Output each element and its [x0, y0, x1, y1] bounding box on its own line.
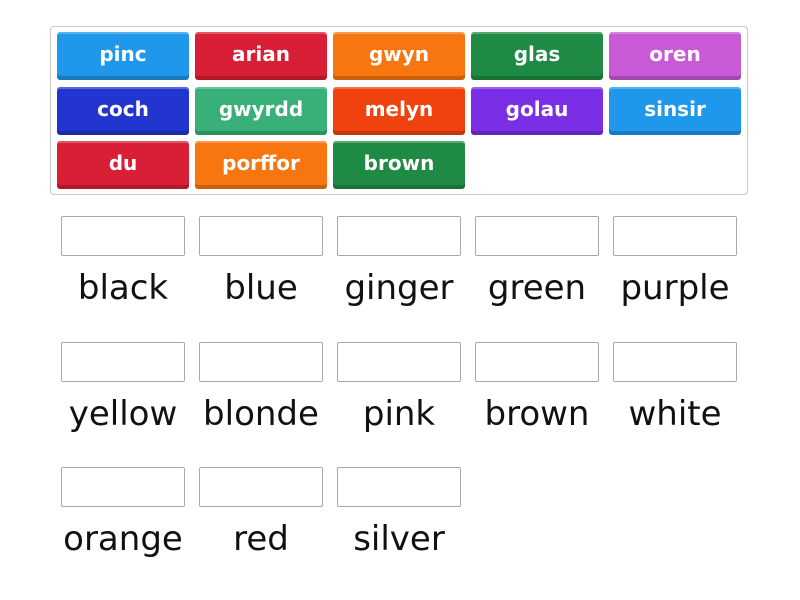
target-label-green: green — [487, 268, 587, 308]
target-label-red: red — [233, 519, 289, 559]
drop-slot-blue[interactable] — [199, 216, 323, 256]
target-label-pink: pink — [362, 394, 436, 434]
drop-slot-orange[interactable] — [61, 467, 185, 507]
drop-slot-purple[interactable] — [613, 216, 737, 256]
word-tile-brown[interactable]: brown — [333, 141, 465, 189]
target-label-purple: purple — [620, 268, 730, 308]
drop-slot-silver[interactable] — [337, 467, 461, 507]
drop-slot-blonde[interactable] — [199, 342, 323, 382]
drop-slot-yellow[interactable] — [61, 342, 185, 382]
drop-slot-ginger[interactable] — [337, 216, 461, 256]
drop-slot-green[interactable] — [475, 216, 599, 256]
target-label-white: white — [628, 394, 722, 434]
target-label-brown: brown — [484, 394, 590, 434]
word-tile-gwyrdd[interactable]: gwyrdd — [195, 87, 327, 135]
drop-slot-pink[interactable] — [337, 342, 461, 382]
word-tile-du[interactable]: du — [57, 141, 189, 189]
word-tile-gwyn[interactable]: gwyn — [333, 32, 465, 80]
word-tile-oren[interactable]: oren — [609, 32, 741, 80]
word-tile-golau[interactable]: golau — [471, 87, 603, 135]
word-tile-pinc[interactable]: pinc — [57, 32, 189, 80]
word-tile-sinsir[interactable]: sinsir — [609, 87, 741, 135]
word-tile-glas[interactable]: glas — [471, 32, 603, 80]
word-tile-arian[interactable]: arian — [195, 32, 327, 80]
target-label-orange: orange — [63, 519, 183, 559]
drop-slot-white[interactable] — [613, 342, 737, 382]
target-label-yellow: yellow — [68, 394, 178, 434]
drop-slot-red[interactable] — [199, 467, 323, 507]
target-label-silver: silver — [353, 519, 445, 559]
target-label-ginger: ginger — [344, 268, 454, 308]
word-tile-coch[interactable]: coch — [57, 87, 189, 135]
drop-slot-brown[interactable] — [475, 342, 599, 382]
drop-slot-black[interactable] — [61, 216, 185, 256]
word-tile-porffor[interactable]: porffor — [195, 141, 327, 189]
target-label-blonde: blonde — [203, 394, 319, 434]
word-tile-melyn[interactable]: melyn — [333, 87, 465, 135]
target-label-blue: blue — [224, 268, 298, 308]
target-label-black: black — [77, 268, 169, 308]
